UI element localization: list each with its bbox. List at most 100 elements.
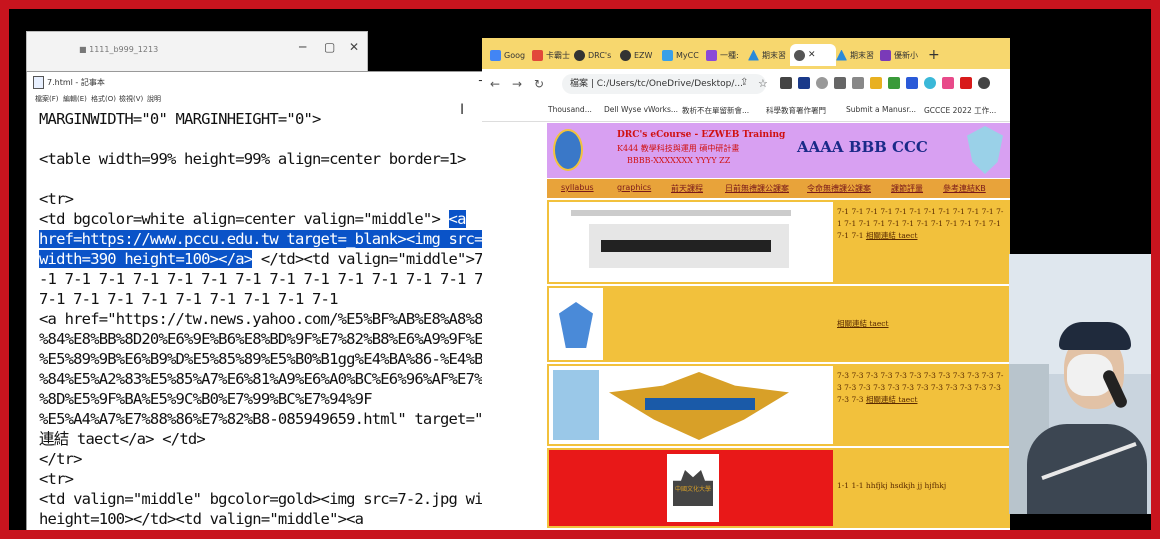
extension-icon[interactable] xyxy=(960,77,972,89)
related-link[interactable]: 相關連結 taect xyxy=(837,319,889,328)
tab-favicon-icon xyxy=(880,49,891,61)
tab-close-icon[interactable]: ✕ xyxy=(808,50,816,60)
extension-icon[interactable] xyxy=(816,77,828,89)
minimize-icon[interactable]: ─ xyxy=(299,40,306,54)
nav-link[interactable]: 前天課程 xyxy=(671,183,703,194)
nav-link[interactable]: 日前無禮課公課案 xyxy=(725,183,789,194)
tab-favicon-icon xyxy=(748,49,759,61)
forward-icon[interactable]: → xyxy=(512,77,522,91)
bookmark-item[interactable]: GCCCE 2022 工作... xyxy=(924,105,996,116)
bookmark-item[interactable]: Thousand... xyxy=(548,105,592,114)
extension-icon[interactable] xyxy=(888,77,900,89)
notepad-window[interactable]: 7.html - 記事本 ─ ▢ ✕ 檔案(F) 編輯(E) 格式(O) 檢視(… xyxy=(26,71,544,530)
code-line: -1 7-1 7-1 7-1 7-1 7-1 7-1 7-1 7-1 7-1 7… xyxy=(39,270,533,288)
tab[interactable]: DRC's xyxy=(574,44,611,66)
video-frame: ■ 1111_b999_1213 ─ ▢ ✕ 7.html - 記事本 ─ ▢ … xyxy=(0,0,1160,539)
bookmark-item[interactable]: 科學教育署作署門 xyxy=(766,105,826,116)
tab[interactable]: 卡霸士 xyxy=(532,44,570,66)
extension-icon[interactable] xyxy=(834,77,846,89)
code-line: href="https://www.cursors-4u.com/" targe… xyxy=(39,529,533,530)
code-line: <tr> xyxy=(39,470,74,488)
tab-favicon-icon xyxy=(574,49,585,61)
tab[interactable]: 一種: xyxy=(706,44,739,66)
bookmark-item[interactable]: Dell Wyse vWorks... xyxy=(604,105,678,114)
bookmark-item[interactable]: 教析不在單留新會... xyxy=(682,105,749,116)
university-logo-image[interactable]: 中國文化大學 xyxy=(667,454,719,522)
web-page: DRC's eCourse - EZWEB Training K444 教學科技… xyxy=(547,123,1010,530)
tab-strip: Goog 卡霸士 DRC's EZW MyCC 一種: 期末習 ✕ 期末習 優新… xyxy=(482,38,1010,69)
tab[interactable]: 優新小 xyxy=(880,44,918,66)
bookmark-item[interactable]: Submit a Manusr... xyxy=(846,105,916,114)
tab[interactable]: EZW xyxy=(620,44,652,66)
code-line: <table width=99% height=99% align=center… xyxy=(39,150,466,168)
related-link[interactable]: 相關連結 taect xyxy=(866,395,918,404)
extension-icon[interactable] xyxy=(906,77,918,89)
extension-icon[interactable] xyxy=(852,77,864,89)
code-line: width=390 height=100></a> </td><td valig… xyxy=(39,250,533,268)
tab[interactable]: MyCC xyxy=(662,44,699,66)
browser-window[interactable]: Goog 卡霸士 DRC's EZW MyCC 一種: 期末習 ✕ 期末習 優新… xyxy=(482,38,1010,530)
tab-favicon-icon xyxy=(662,49,673,61)
bookmarks-bar: Thousand... Dell Wyse vWorks... 教析不在單留新會… xyxy=(482,99,1010,122)
screenshot-image[interactable] xyxy=(549,202,833,282)
close-icon[interactable]: ✕ xyxy=(349,40,359,54)
related-link[interactable]: 相關連結 taect xyxy=(866,231,918,240)
tab-active[interactable]: ✕ xyxy=(790,44,836,66)
extension-icon[interactable] xyxy=(978,77,990,89)
nav-link[interactable]: 令命無禮課公課案 xyxy=(807,183,871,194)
new-tab-button[interactable]: + xyxy=(928,44,940,66)
notepad-text-area[interactable]: MARGINWIDTH="0" MARGINHEIGHT="0"> <table… xyxy=(39,109,533,530)
menu-view[interactable]: 檢視(V) xyxy=(119,94,143,104)
extension-icon[interactable] xyxy=(798,77,810,89)
text-cursor-icon: I xyxy=(460,102,465,118)
emblem-image[interactable] xyxy=(549,288,603,360)
extension-icon[interactable] xyxy=(870,77,882,89)
nav-link[interactable]: 參考連結KB xyxy=(943,183,986,194)
selected-text: <a xyxy=(448,210,466,228)
row-text: 7-3 7-3 7-3 7-3 7-3 7-3 7-3 7-3 7-3 7-3 … xyxy=(837,371,1004,404)
emblem-logo xyxy=(967,126,1003,174)
maximize-icon[interactable]: ▢ xyxy=(324,40,335,54)
table-row: 7-3 7-3 7-3 7-3 7-3 7-3 7-3 7-3 7-3 7-3 … xyxy=(547,364,1010,446)
menu-format[interactable]: 格式(O) xyxy=(91,94,116,104)
url-field[interactable]: 檔案 | C:/Users/tc/OneDrive/Desktop/... xyxy=(562,74,766,94)
banner-line-1: DRC's eCourse - EZWEB Training xyxy=(617,130,786,140)
nav-link-syllabus[interactable]: syllabus xyxy=(561,183,594,192)
menu-help[interactable]: 說明 xyxy=(147,94,161,104)
bookmark-star-icon[interactable]: ☆ xyxy=(758,77,768,90)
page-banner: DRC's eCourse - EZWEB Training K444 教學科技… xyxy=(547,123,1010,178)
code-line: 連結 taect</a> </td> xyxy=(39,430,206,448)
red-cell: 中國文化大學 xyxy=(549,450,833,526)
code-line: height=100></td><td valign="middle"><a xyxy=(39,510,364,528)
extension-icon[interactable] xyxy=(780,77,792,89)
webcam-video xyxy=(1009,254,1151,514)
tab-favicon-icon xyxy=(532,49,543,61)
document-icon xyxy=(33,76,44,89)
table-row: 中國文化大學 1-1 1-1 hhfjkj hsdkjh jj hjfhkj xyxy=(547,448,1010,528)
background-window-title: ■ 1111_b999_1213 xyxy=(79,45,159,54)
nav-link[interactable]: 課節評量 xyxy=(891,183,923,194)
menu-edit[interactable]: 編輯(E) xyxy=(63,94,87,104)
menu-file[interactable]: 檔案(F) xyxy=(35,94,59,104)
selected-text: href=https://www.pccu.edu.tw target=_bla… xyxy=(39,230,533,248)
tab-favicon-icon xyxy=(794,49,805,61)
reload-icon[interactable]: ↻ xyxy=(534,77,544,91)
extension-icon[interactable] xyxy=(924,77,936,89)
tab[interactable]: 期末習 xyxy=(748,44,786,66)
notepad-titlebar[interactable]: 7.html - 記事本 ─ ▢ ✕ xyxy=(27,72,543,92)
code-line: %E5%A4%A7%E7%88%86%E7%82%B8-085949659.ht… xyxy=(39,410,533,428)
back-icon[interactable]: ← xyxy=(490,77,500,91)
tab[interactable]: Goog xyxy=(490,44,525,66)
emblem-image[interactable] xyxy=(549,366,833,444)
table-row: 相關連結 taect xyxy=(547,286,1010,362)
row-text: 相關連結 taect xyxy=(837,318,1007,330)
code-line: <tr> xyxy=(39,190,74,208)
share-icon[interactable]: ⇪ xyxy=(740,77,748,88)
school-logo xyxy=(553,129,583,171)
tab[interactable]: 期末習 xyxy=(836,44,874,66)
extension-icon[interactable] xyxy=(942,77,954,89)
nav-link-graphics[interactable]: graphics xyxy=(617,183,651,192)
code-line: %84%E8%BB%8D20%E6%9E%B6%E8%BD%9F%E7%82%B… xyxy=(39,330,533,348)
